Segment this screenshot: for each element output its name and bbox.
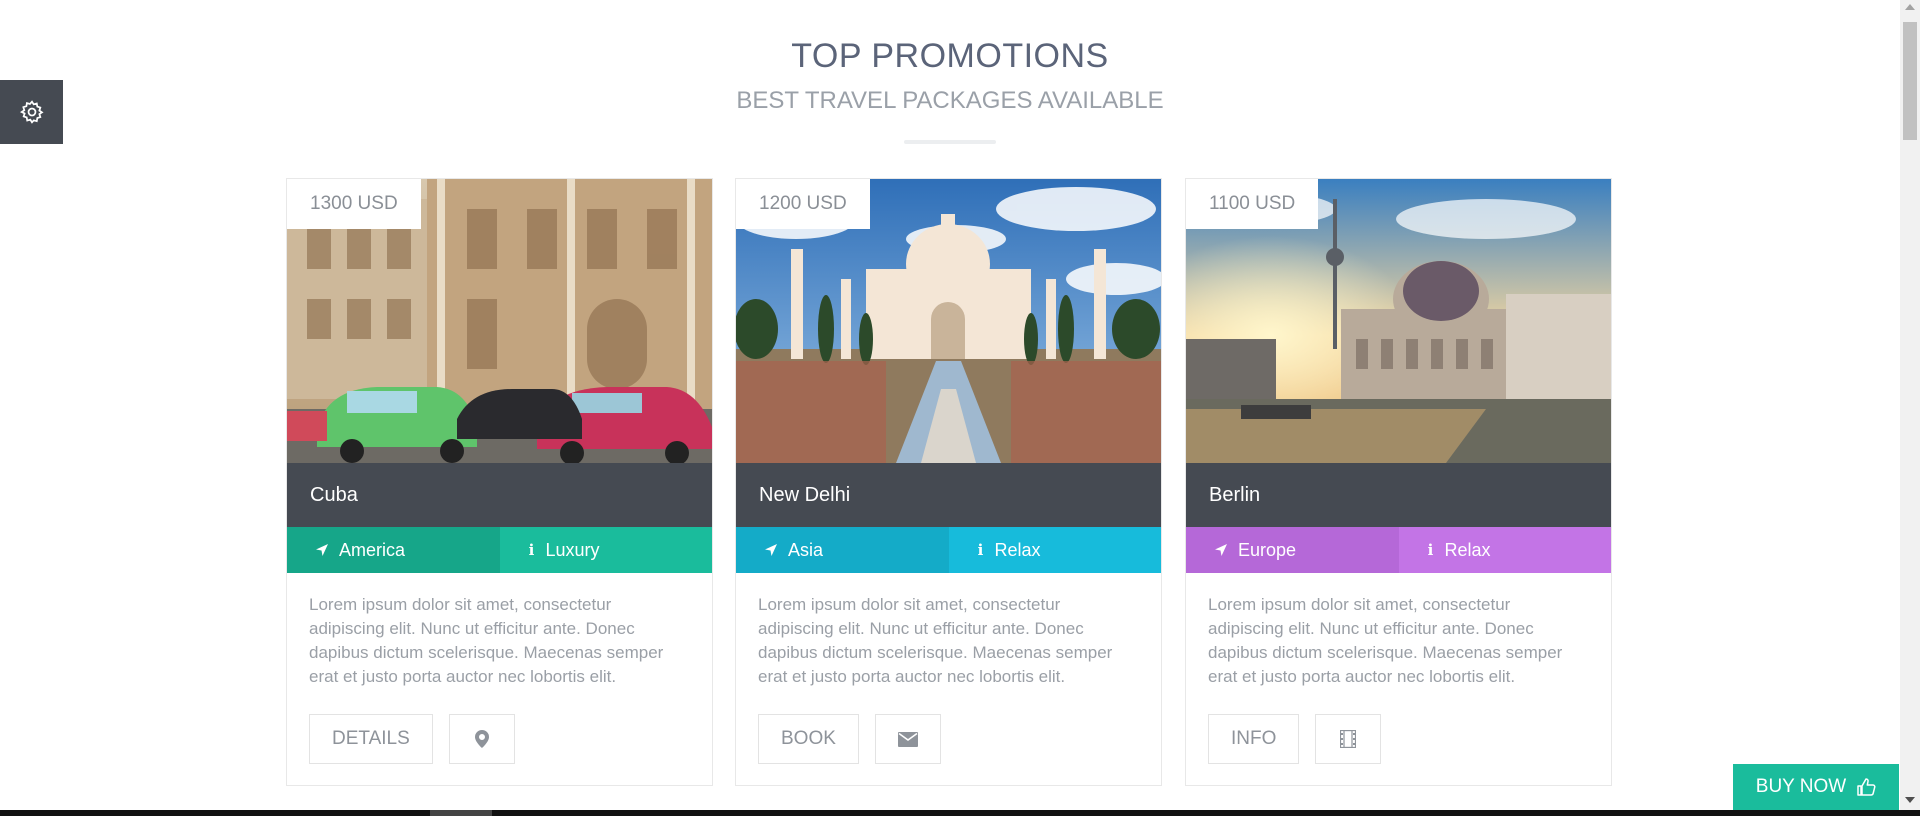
tag-label: Europe: [1238, 539, 1297, 560]
email-button[interactable]: [874, 714, 941, 764]
tag-category[interactable]: i Relax: [1398, 527, 1611, 573]
promotion-card-new-delhi: 1200 USD New Delhi Asia i Relax Lorem ip…: [735, 178, 1162, 786]
price-tag: 1100 USD: [1186, 179, 1319, 229]
tag-label: Relax: [1444, 539, 1491, 560]
envelope-icon: [897, 731, 918, 747]
tag-region[interactable]: Europe: [1186, 527, 1399, 573]
location-arrow-icon: [316, 544, 328, 556]
tag-label: America: [339, 539, 406, 560]
map-marker-icon: [474, 730, 489, 748]
info-icon: i: [528, 541, 535, 559]
thumbs-up-icon: [1857, 778, 1876, 796]
section-subtitle: BEST TRAVEL PACKAGES AVAILABLE: [736, 87, 1164, 114]
card-description: Lorem ipsum dolor sit amet, consectetur …: [1208, 595, 1563, 686]
card-title[interactable]: Cuba: [287, 463, 712, 527]
tag-label: Asia: [788, 539, 824, 560]
scrollbar-thumb[interactable]: [1903, 22, 1917, 140]
title-divider: [904, 140, 996, 144]
tag-region[interactable]: America: [287, 527, 500, 573]
location-arrow-icon: [1215, 544, 1227, 556]
card-description: Lorem ipsum dolor sit amet, consectetur …: [758, 595, 1113, 686]
book-button[interactable]: BOOK: [758, 714, 859, 764]
film-icon: [1340, 730, 1357, 748]
price-tag: 1300 USD: [287, 179, 421, 229]
card-actions: DETAILS: [309, 714, 515, 764]
vertical-scrollbar[interactable]: [1900, 0, 1920, 810]
scroll-up-arrow-icon[interactable]: [1905, 4, 1915, 10]
horizontal-scrollbar-thumb[interactable]: [430, 810, 492, 816]
card-actions: BOOK: [758, 714, 941, 764]
map-button[interactable]: [448, 714, 515, 764]
section-title: TOP PROMOTIONS: [791, 37, 1109, 75]
card-tags: Asia i Relax: [736, 527, 1161, 573]
tag-label: Relax: [994, 539, 1041, 560]
price-tag: 1200 USD: [736, 179, 870, 229]
card-tags: America i Luxury: [287, 527, 712, 573]
card-title[interactable]: Berlin: [1186, 463, 1611, 527]
tag-category[interactable]: i Luxury: [499, 527, 712, 573]
tag-category[interactable]: i Relax: [948, 527, 1161, 573]
info-icon: i: [1427, 541, 1434, 559]
buy-now-label: BUY NOW: [1755, 776, 1847, 797]
card-description: Lorem ipsum dolor sit amet, consectetur …: [309, 595, 664, 686]
scroll-down-arrow-icon[interactable]: [1905, 797, 1915, 803]
card-title[interactable]: New Delhi: [736, 463, 1161, 527]
tag-region[interactable]: Asia: [736, 527, 949, 573]
details-button[interactable]: DETAILS: [309, 714, 433, 764]
card-actions: INFO: [1208, 714, 1382, 764]
info-icon: i: [977, 541, 984, 559]
promotion-card-berlin: 1100 USD Berlin Europe i Relax Lorem ips…: [1185, 178, 1612, 786]
info-button[interactable]: INFO: [1208, 714, 1300, 764]
horizontal-scrollbar[interactable]: [0, 810, 1920, 816]
location-arrow-icon: [765, 544, 777, 556]
section-header: TOP PROMOTIONS BEST TRAVEL PACKAGES AVAI…: [0, 36, 1900, 144]
tag-label: Luxury: [545, 539, 600, 560]
video-button[interactable]: [1315, 714, 1382, 764]
promotion-card-cuba: 1300 USD Cuba America i Luxury Lorem ips…: [286, 178, 713, 786]
card-tags: Europe i Relax: [1186, 527, 1611, 573]
buy-now-button[interactable]: BUY NOW: [1733, 764, 1899, 810]
